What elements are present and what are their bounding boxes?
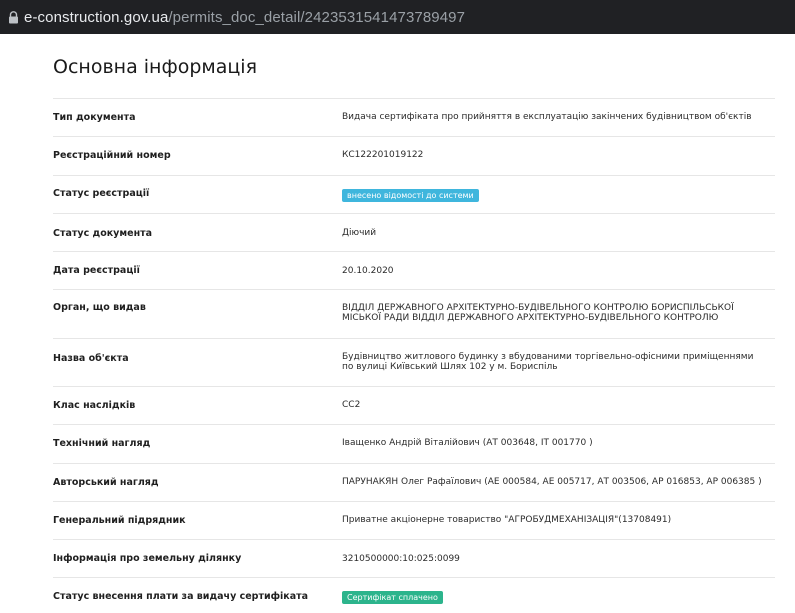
row-value: СС2 — [342, 400, 361, 410]
table-row: Тип документа Видача сертифіката про при… — [53, 98, 775, 136]
row-value-line: ВІДДІЛ ДЕРЖАВНОГО АРХІТЕКТУРНО-БУДІВЕЛЬН… — [342, 303, 734, 313]
row-value: ПАРУНАКЯН Олег Рафаїлович (АЕ 000584, АЕ… — [342, 477, 762, 487]
table-row: Технічний нагляд Іващенко Андрій Віталій… — [53, 424, 775, 463]
url-path: /permits_doc_detail/2423531541473789497 — [168, 8, 466, 26]
row-label: Інформація про земельну ділянку — [53, 553, 242, 564]
row-label: Дата реєстрації — [53, 265, 140, 276]
status-badge: внесено відомості до системи — [342, 189, 479, 202]
row-label: Авторський нагляд — [53, 477, 159, 488]
table-row: Статус документа Діючий — [53, 213, 775, 251]
row-value-line: по вулиці Київський Шлях 102 у м. Борисп… — [342, 362, 558, 372]
table-row: Статус реєстрації внесено відомості до с… — [53, 175, 775, 213]
page-title: Основна інформація — [53, 56, 257, 78]
row-value: ВІДДІЛ ДЕРЖАВНОГО АРХІТЕКТУРНО-БУДІВЕЛЬН… — [342, 303, 772, 323]
table-row: Дата реєстрації 20.10.2020 — [53, 251, 775, 289]
table-row: Орган, що видав ВІДДІЛ ДЕРЖАВНОГО АРХІТЕ… — [53, 289, 775, 338]
row-label: Генеральний підрядник — [53, 515, 186, 526]
row-label: Статус внесення плати за видачу сертифік… — [53, 591, 309, 602]
row-label: Орган, що видав — [53, 302, 146, 313]
row-label: Статус документа — [53, 228, 153, 239]
table-row: Клас наслідків СС2 — [53, 386, 775, 424]
row-label: Клас наслідків — [53, 400, 136, 411]
table-row: Статус внесення плати за видачу сертифік… — [53, 577, 775, 613]
row-value: Видача сертифіката про прийняття в експл… — [342, 112, 752, 122]
row-value: 20.10.2020 — [342, 266, 394, 276]
row-value: Приватне акціонерне товариство "АГРОБУДМ… — [342, 515, 672, 525]
table-row: Реєстраційний номер КС122201019122 — [53, 136, 775, 175]
row-value: 3210500000:10:025:0099 — [342, 554, 460, 564]
row-label: Технічний нагляд — [53, 438, 151, 449]
row-value: внесено відомості до системи — [342, 189, 772, 202]
row-value-line: Будівництво житлового будинку з вбудован… — [342, 352, 754, 362]
row-value: КС122201019122 — [342, 150, 424, 160]
row-value: Сертифікат сплачено — [342, 591, 772, 604]
row-value: Діючий — [342, 228, 377, 238]
row-value: Будівництво житлового будинку з вбудован… — [342, 352, 772, 372]
url-text[interactable]: e-construction.gov.ua/permits_doc_detail… — [24, 9, 465, 26]
table-row: Назва об'єкта Будівництво житлового буди… — [53, 338, 775, 386]
row-label: Статус реєстрації — [53, 188, 150, 199]
table-row: Генеральний підрядник Приватне акціонерн… — [53, 501, 775, 539]
row-label: Реєстраційний номер — [53, 150, 171, 161]
row-value-line: МІСЬКОЇ РАДИ ВІДДІЛ ДЕРЖАВНОГО АРХІТЕКТУ… — [342, 313, 719, 323]
table-row: Авторський нагляд ПАРУНАКЯН Олег Рафаїло… — [53, 463, 775, 501]
row-label: Тип документа — [53, 112, 136, 123]
browser-address-bar[interactable]: e-construction.gov.ua/permits_doc_detail… — [0, 0, 795, 34]
table-row: Інформація про земельну ділянку 32105000… — [53, 539, 775, 577]
lock-icon[interactable] — [2, 0, 24, 34]
url-host: e-construction.gov.ua — [24, 8, 169, 26]
row-value: Іващенко Андрій Віталійович (АТ 003648, … — [342, 438, 593, 448]
payment-status-badge: Сертифікат сплачено — [342, 591, 443, 604]
row-label: Назва об'єкта — [53, 353, 129, 364]
